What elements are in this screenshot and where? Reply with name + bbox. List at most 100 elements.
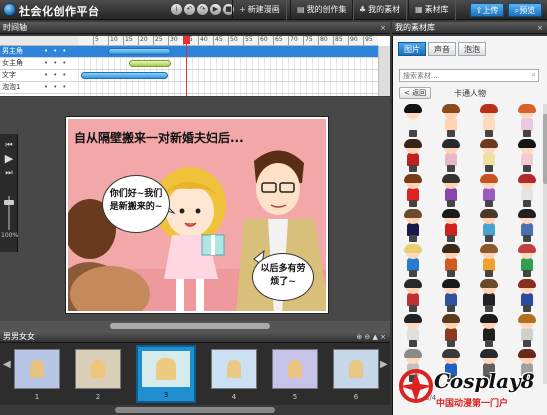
filmstrip-next-icon[interactable]: ▶: [380, 359, 388, 370]
back-button[interactable]: < 返回: [399, 87, 432, 99]
filmstrip-frame[interactable]: [75, 349, 121, 389]
filmstrip: ◀ 1 2 3 4 5 6 ▶: [0, 343, 390, 415]
character-thumbnail[interactable]: [511, 104, 543, 139]
filmstrip-title: 男男女女: [3, 332, 35, 341]
material-library-button[interactable]: ▦ 素材库: [408, 0, 456, 20]
zoom-level: 100%: [1, 232, 19, 239]
filmstrip-frame[interactable]: [272, 349, 318, 389]
track-toggles[interactable]: •••: [44, 58, 78, 69]
preview-button[interactable]: ⌕预览: [508, 3, 542, 17]
character-thumbnail[interactable]: [435, 174, 467, 209]
character-thumbnail[interactable]: [435, 139, 467, 174]
watermark: Cosplay8 中国动漫第一门户: [398, 362, 547, 415]
character-thumbnail[interactable]: [435, 104, 467, 139]
library-scrollbar-thumb[interactable]: [543, 114, 547, 184]
character-thumbnail[interactable]: [511, 209, 543, 244]
filmstrip-frame[interactable]: [333, 349, 379, 389]
character-thumbnail[interactable]: [435, 314, 467, 349]
play-icon[interactable]: ▶: [210, 4, 221, 15]
my-materials-button[interactable]: ♣ 我的素材: [352, 0, 408, 20]
filmstrip-frame[interactable]: [14, 349, 60, 389]
library-tab[interactable]: 声音: [428, 42, 456, 56]
character-thumbnail[interactable]: [473, 174, 505, 209]
playhead-handle[interactable]: [183, 36, 190, 44]
character-thumbnail[interactable]: [435, 279, 467, 314]
track-toggles[interactable]: •••: [44, 46, 78, 57]
plus-icon: +: [239, 5, 246, 14]
character-thumbnail[interactable]: [473, 279, 505, 314]
character-thumbnail[interactable]: [511, 174, 543, 209]
timeline-scrollbar[interactable]: [378, 46, 390, 96]
redo-icon[interactable]: ↷: [197, 4, 208, 15]
character-thumbnail[interactable]: [511, 139, 543, 174]
ruler-tick: 40: [198, 36, 208, 45]
comic-caption[interactable]: 自从隔壁搬来一对新婚夫妇后...: [74, 129, 244, 146]
character-thumbnail[interactable]: [397, 174, 429, 209]
character-thumbnail[interactable]: [397, 279, 429, 314]
library-search[interactable]: ⌕: [399, 69, 539, 82]
library-nav-row: < 返回 卡通人物: [399, 87, 541, 100]
timeline-ruler[interactable]: 5101520253035404550556065707580859095: [78, 36, 378, 46]
close-icon[interactable]: ×: [380, 22, 386, 34]
track-clip[interactable]: [129, 60, 171, 67]
character-thumbnail[interactable]: [511, 279, 543, 314]
search-icon[interactable]: ⌕: [532, 70, 536, 80]
character-thumbnail[interactable]: [397, 244, 429, 279]
filmstrip-scrollbar-thumb[interactable]: [115, 407, 275, 413]
library-tab[interactable]: 泡泡: [458, 42, 486, 56]
play-frame-icon[interactable]: ▶: [0, 152, 18, 166]
character-thumbnail[interactable]: [473, 244, 505, 279]
track-header-cell: [0, 36, 78, 46]
speech-bubble-right[interactable]: 以后多有劳烦了~: [252, 253, 314, 301]
new-comic-button[interactable]: + 新建漫画: [232, 0, 287, 20]
character-thumbnail[interactable]: [397, 209, 429, 244]
character-thumbnail[interactable]: [511, 314, 543, 349]
timeline-track[interactable]: 女主角 •••: [0, 58, 378, 70]
search-input[interactable]: [400, 70, 520, 81]
character-thumbnail[interactable]: [397, 104, 429, 139]
comic-panel[interactable]: 自从隔壁搬来一对新婚夫妇后... 你们好~我们是新搬来的~ 以后多有劳烦了~: [65, 116, 329, 314]
timeline-track[interactable]: 男主角 •••: [0, 46, 378, 58]
canvas-scrollbar-thumb[interactable]: [110, 323, 270, 329]
prev-frame-icon[interactable]: ⏮: [0, 138, 18, 152]
timeline-track[interactable]: 泡泡1 •••: [0, 82, 378, 94]
character-thumbnail[interactable]: [473, 104, 505, 139]
character-thumbnail[interactable]: [397, 139, 429, 174]
filmstrip-scrollbar[interactable]: [0, 405, 390, 415]
next-frame-icon[interactable]: ⏭: [0, 166, 18, 180]
filmstrip-prev-icon[interactable]: ◀: [3, 359, 11, 370]
filmstrip-controls[interactable]: ⊕ ⊖ ▲ ×: [356, 331, 386, 343]
track-name: 文字: [2, 71, 16, 79]
playhead[interactable]: [186, 36, 187, 96]
ruler-tick: 55: [243, 36, 253, 45]
my-collections-button[interactable]: ▤ 我的创作集: [290, 0, 354, 20]
zoom-slider-handle[interactable]: [4, 200, 14, 205]
track-toggles[interactable]: •••: [44, 82, 78, 93]
speech-bubble-left[interactable]: 你们好~我们是新搬来的~: [102, 175, 170, 233]
close-icon[interactable]: ×: [537, 22, 543, 34]
character-thumbnail[interactable]: [473, 139, 505, 174]
info-icon[interactable]: i: [171, 4, 182, 15]
frame-number: 5: [292, 393, 298, 401]
ruler-tick: 20: [138, 36, 148, 45]
character-thumbnail[interactable]: [473, 209, 505, 244]
character-thumbnail[interactable]: [435, 209, 467, 244]
upload-button[interactable]: ⇧上传: [470, 3, 504, 17]
category-title: 卡通人物: [454, 89, 486, 98]
track-clip[interactable]: [108, 48, 171, 55]
canvas-scrollbar[interactable]: [0, 321, 390, 331]
character-thumbnail[interactable]: [435, 244, 467, 279]
timeline-track[interactable]: 文字 •••: [0, 70, 378, 82]
undo-icon[interactable]: ↶: [184, 4, 195, 15]
character-thumbnail[interactable]: [511, 244, 543, 279]
character-thumbnail[interactable]: [397, 314, 429, 349]
library-tab[interactable]: 图片: [398, 42, 426, 56]
filmstrip-frame[interactable]: [211, 349, 257, 389]
character-thumbnail[interactable]: [473, 314, 505, 349]
track-toggles[interactable]: •••: [44, 70, 78, 81]
character-grid: [397, 104, 545, 384]
track-clip[interactable]: [81, 72, 168, 79]
ruler-tick: 50: [228, 36, 238, 45]
frame-number: 1: [34, 393, 40, 401]
library-scrollbar[interactable]: [543, 104, 547, 384]
